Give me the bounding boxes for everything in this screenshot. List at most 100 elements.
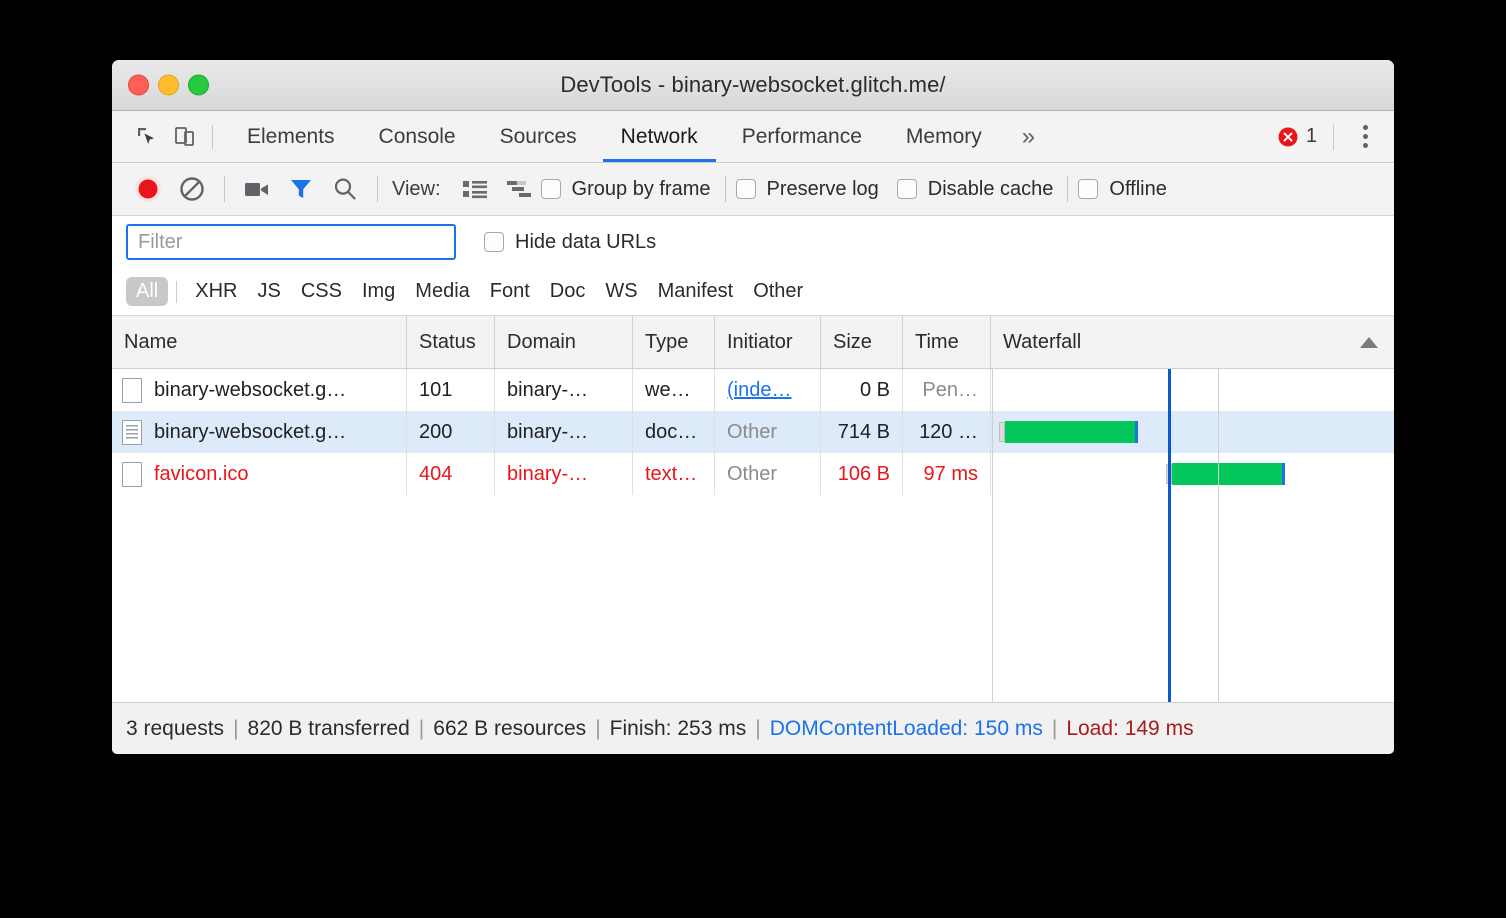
capture-screenshots-icon	[243, 178, 271, 200]
offline-checkbox[interactable]: Offline	[1078, 178, 1166, 201]
checkbox-label: Disable cache	[928, 178, 1054, 201]
status-transferred: 820 B transferred	[248, 717, 410, 741]
toolbar-divider-2	[377, 176, 378, 202]
status-separator: |	[755, 717, 760, 741]
checkbox-label: Group by frame	[572, 178, 711, 201]
filter-button[interactable]	[279, 169, 323, 209]
column-header-initiator[interactable]: Initiator	[715, 316, 821, 368]
type-filter-other[interactable]: Other	[743, 277, 813, 306]
view-label: View:	[392, 178, 441, 201]
tab-label: Sources	[500, 125, 577, 149]
type-filter-media[interactable]: Media	[405, 277, 479, 306]
type-filter-font[interactable]: Font	[480, 277, 540, 306]
status-separator: |	[233, 717, 238, 741]
column-header-domain[interactable]: Domain	[495, 316, 633, 368]
disable-cache-checkbox[interactable]: Disable cache	[897, 178, 1054, 201]
record-button[interactable]	[126, 169, 170, 209]
tab-label: Performance	[742, 125, 862, 149]
column-header-size[interactable]: Size	[821, 316, 903, 368]
group-by-frame-checkbox[interactable]: Group by frame	[541, 178, 711, 201]
toolbar-divider-1	[224, 176, 225, 202]
tab-elements[interactable]: Elements	[225, 111, 357, 162]
search-button[interactable]	[323, 169, 367, 209]
panel-tabs: Elements Console Sources Network Perform…	[225, 111, 1053, 162]
cell-status: 200	[407, 411, 495, 453]
checkbox-box	[541, 179, 561, 199]
type-filter-js[interactable]: JS	[247, 277, 290, 306]
table-body: binary-websocket.g… 101 binary-… we… (in…	[112, 369, 1394, 702]
tab-label: Console	[379, 125, 456, 149]
type-filter-ws[interactable]: WS	[595, 277, 647, 306]
tab-network[interactable]: Network	[599, 111, 720, 162]
search-icon	[332, 176, 358, 202]
cell-type: text…	[633, 453, 715, 495]
close-button[interactable]	[128, 75, 149, 96]
status-separator: |	[1052, 717, 1057, 741]
waterfall-gridline	[992, 369, 993, 702]
resource-type-filters: All XHR JS CSS Img Media Font Doc WS Man…	[112, 268, 1394, 316]
type-filter-img[interactable]: Img	[352, 277, 405, 306]
tab-memory[interactable]: Memory	[884, 111, 1004, 162]
ascending-sort-arrow-icon	[1360, 337, 1378, 348]
checkbox-box	[736, 179, 756, 199]
status-resources: 662 B resources	[433, 717, 586, 741]
clear-button[interactable]	[170, 169, 214, 209]
column-header-name[interactable]: Name	[112, 316, 407, 368]
cell-status: 101	[407, 369, 495, 411]
tab-console[interactable]: Console	[357, 111, 478, 162]
list-view-button[interactable]	[453, 169, 497, 209]
column-header-waterfall[interactable]: Waterfall	[991, 316, 1394, 368]
maximize-button[interactable]	[188, 75, 209, 96]
column-header-time[interactable]: Time	[903, 316, 991, 368]
tab-label: Elements	[247, 125, 335, 149]
network-requests-table: Name Status Domain Type Initiator Size T…	[112, 316, 1394, 702]
window-controls	[128, 75, 209, 96]
type-filter-manifest[interactable]: Manifest	[648, 277, 744, 306]
cell-name: binary-websocket.g…	[112, 411, 407, 453]
checkbox-box	[484, 232, 504, 252]
hide-data-urls-checkbox[interactable]: Hide data URLs	[484, 231, 656, 254]
chip-divider	[176, 281, 177, 303]
toolbar-divider-4	[1067, 176, 1068, 202]
error-circle-icon	[1277, 126, 1299, 148]
column-header-waterfall-label: Waterfall	[1003, 331, 1081, 354]
kebab-menu-icon[interactable]	[1350, 120, 1380, 154]
waterfall-view-icon	[505, 178, 533, 200]
capture-screenshots-button[interactable]	[235, 169, 279, 209]
status-load: Load: 149 ms	[1066, 717, 1193, 741]
cell-time: Pen…	[903, 369, 991, 411]
inspect-element-icon[interactable]	[128, 118, 166, 156]
checkbox-box	[897, 179, 917, 199]
type-filter-css[interactable]: CSS	[291, 277, 352, 306]
status-separator: |	[419, 717, 424, 741]
clear-icon	[178, 175, 206, 203]
type-filter-xhr[interactable]: XHR	[185, 277, 247, 306]
tab-performance[interactable]: Performance	[720, 111, 884, 162]
cell-initiator-link[interactable]: (inde…	[727, 379, 791, 402]
cell-status: 404	[407, 453, 495, 495]
preserve-log-checkbox[interactable]: Preserve log	[736, 178, 879, 201]
column-header-status[interactable]: Status	[407, 316, 495, 368]
error-count-badge[interactable]: 1	[1277, 125, 1317, 148]
cell-size: 106 B	[821, 453, 903, 495]
cell-size: 0 B	[821, 369, 903, 411]
cell-initiator[interactable]: (inde…	[715, 369, 821, 411]
status-dom-content-loaded: DOMContentLoaded: 150 ms	[770, 717, 1043, 741]
cell-name-text: binary-websocket.g…	[154, 379, 346, 402]
filter-input[interactable]	[126, 224, 456, 260]
cell-time: 97 ms	[903, 453, 991, 495]
type-filter-doc[interactable]: Doc	[540, 277, 596, 306]
column-header-type[interactable]: Type	[633, 316, 715, 368]
filter-bar: Hide data URLs	[112, 216, 1394, 268]
type-filter-all[interactable]: All	[126, 277, 168, 306]
checkbox-box	[1078, 179, 1098, 199]
device-toolbar-icon[interactable]	[166, 118, 204, 156]
tab-label: Memory	[906, 125, 982, 149]
minimize-button[interactable]	[158, 75, 179, 96]
dom-content-loaded-marker	[1168, 369, 1171, 702]
tab-sources[interactable]: Sources	[478, 111, 599, 162]
more-tabs-button[interactable]: »	[1004, 111, 1053, 162]
cell-name: binary-websocket.g…	[112, 369, 407, 411]
waterfall-view-button[interactable]	[497, 169, 541, 209]
cell-name: favicon.ico	[112, 453, 407, 495]
